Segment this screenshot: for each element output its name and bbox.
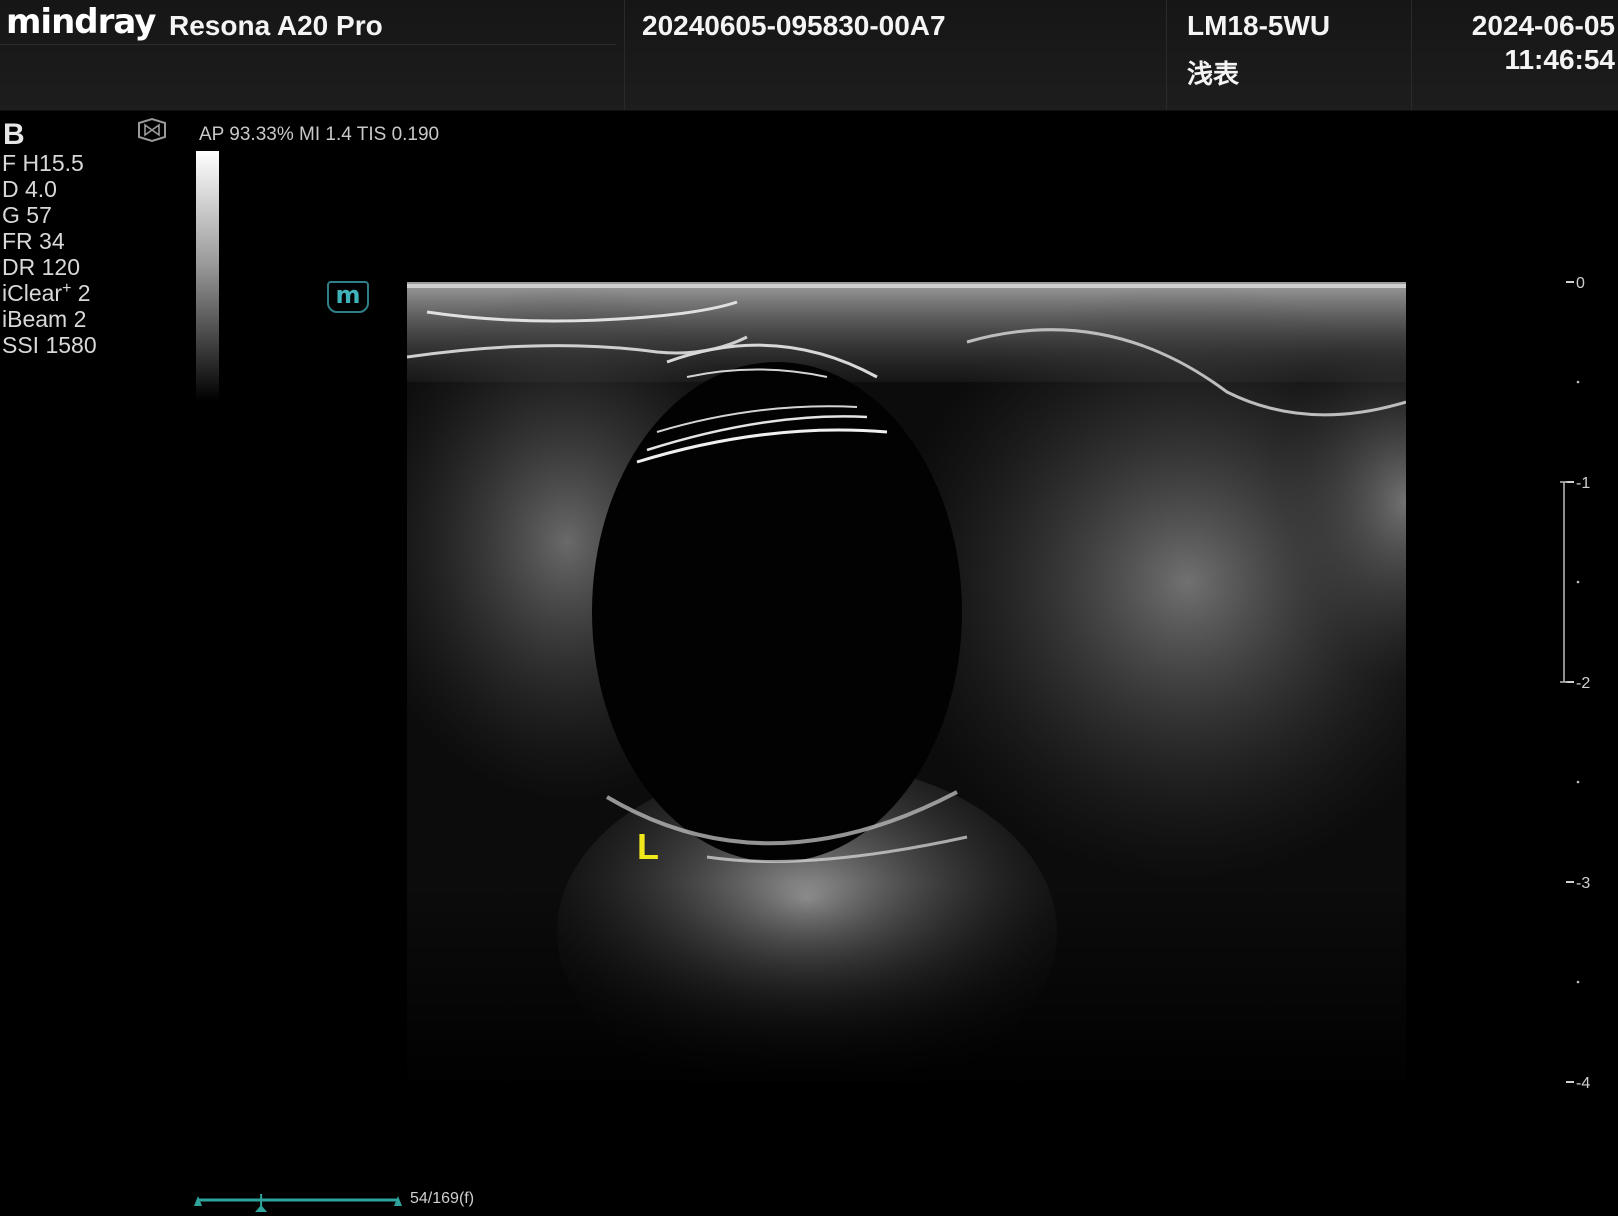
cine-slider[interactable] [192,1188,402,1216]
iclear-value: 2 [71,280,91,306]
cine-handle[interactable] [255,1205,268,1212]
depth-half-dot [1576,580,1580,584]
param-gain: G 57 [2,202,52,228]
param-ssi: SSI 1580 [2,332,97,358]
depth-label: -2 [1576,675,1590,692]
brand-area: mindray Resona A20 Pro [0,0,624,110]
frame-counter: 54/169(f) [410,1190,475,1207]
date: 2024-06-05 [1471,10,1615,41]
depth-label: -4 [1576,1075,1590,1090]
header-bar: mindray Resona A20 Pro 20240605-095830-0… [0,0,1618,111]
orientation-label: L [637,826,659,867]
depth-label: 0 [1576,275,1585,292]
depth-scale-ticks: 0 -1 -2 -3 -4 [1560,275,1590,1090]
m-marker-icon: m [327,281,369,313]
system-model: Resona A20 Pro [169,10,383,41]
iclear-label: iClear [2,280,63,306]
clock-cell: 2024-06-05 11:46:54 [1411,0,1618,110]
param-frequency: F H15.5 [2,150,84,176]
cine-bar[interactable]: 54/169(f) [192,1188,612,1216]
imaging-mode: B [3,118,25,151]
ultrasound-screen: mindray Resona A20 Pro 20240605-095830-0… [0,0,1618,1216]
exam-id: 20240605-095830-00A7 [642,10,946,41]
depth-half-dot [1576,980,1580,984]
ultrasound-image[interactable] [407,282,1406,1082]
probe-orientation-icon [138,117,166,143]
focus-zone-bracket[interactable] [1560,481,1568,683]
imaging-parameters: F H15.5 D 4.0 G 57 FR 34 DR 120 iClear+ … [2,150,97,358]
probe-name: LM18-5WU [1187,10,1331,41]
exam-id-cell: 20240605-095830-00A7 [624,0,1167,110]
probe-cell[interactable]: LM18-5WU 浅表 [1166,0,1412,110]
grayscale-bar [196,151,219,401]
param-iclear: iClear+ 2 [2,280,97,306]
iclear-superscript: + [62,280,72,297]
depth-half-dot [1576,380,1580,384]
depth-scale: 0 -1 -2 -3 -4 [1560,270,1618,1090]
depth-label: -3 [1576,875,1590,892]
acoustic-output: AP 93.33% MI 1.4 TIS 0.190 [199,124,440,145]
param-ibeam: iBeam 2 [2,306,87,332]
param-frame-rate: FR 34 [2,228,65,254]
depth-half-dot [1576,780,1580,784]
depth-label: -1 [1576,475,1590,492]
param-depth: D 4.0 [2,176,57,202]
header-divider [0,44,616,45]
param-dynamic-range: DR 120 [2,254,80,280]
brand-logo: mindray [6,2,156,42]
exam-preset: 浅表 [1187,60,1240,90]
time: 11:46:54 [1504,44,1615,75]
